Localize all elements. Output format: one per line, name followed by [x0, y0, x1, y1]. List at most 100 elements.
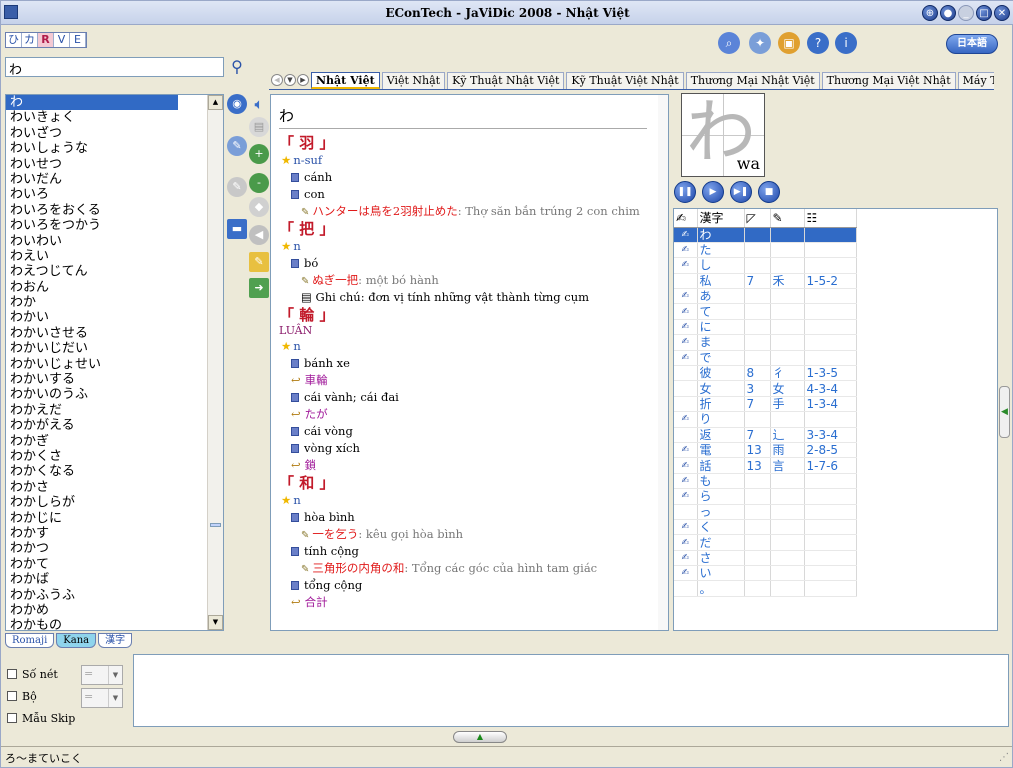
kanji-row[interactable]: ✍︎ り: [674, 411, 857, 428]
scroll-up-icon[interactable]: ▲: [208, 95, 223, 110]
kanji-row[interactable]: ✍︎ ら: [674, 488, 857, 505]
word-list-item[interactable]: わかば: [6, 572, 209, 587]
definition-panel[interactable]: わ 「 羽 」 ★ n-suf cánh con ✎ ハンターは鳥を2羽射止めた: Thợ …: [270, 94, 669, 631]
remove-globe-icon[interactable]: -: [249, 173, 269, 193]
word-list-item[interactable]: わいざつ: [6, 126, 209, 141]
word-list-item[interactable]: わかがえる: [6, 418, 209, 433]
copy-icon[interactable]: ▤: [249, 117, 269, 137]
stroke-col-icon[interactable]: ◸: [744, 209, 771, 228]
word-list-item[interactable]: わいだん: [6, 172, 209, 187]
input-mode-4[interactable]: E: [70, 33, 86, 47]
write-icon[interactable]: ✍︎: [674, 227, 698, 243]
word-list-item[interactable]: わかす: [6, 526, 209, 541]
word-list-item[interactable]: わかつ: [6, 541, 209, 556]
scroll-down-icon[interactable]: ▼: [208, 615, 223, 630]
word-list-item[interactable]: わかい: [6, 310, 209, 325]
note-area[interactable]: [133, 654, 1009, 727]
kanji-col-header[interactable]: 漢字: [697, 209, 745, 228]
word-list-item[interactable]: わいろ: [6, 187, 209, 202]
maximize-button[interactable]: □: [976, 5, 992, 21]
kanji-row[interactable]: ✍︎ わ: [674, 227, 857, 243]
skip-checkbox[interactable]: [7, 713, 17, 723]
radical-checkbox[interactable]: [7, 691, 17, 701]
kanji-row[interactable]: ✍︎ さ: [674, 550, 857, 567]
skip-col-icon[interactable]: ☷: [804, 209, 857, 228]
notes-icon[interactable]: ✎: [249, 252, 269, 272]
kanji-row[interactable]: 。: [674, 580, 857, 597]
resize-grip-icon[interactable]: ⋰: [999, 752, 1009, 763]
word-list-item[interactable]: わかふうふ: [6, 588, 209, 603]
kanji-row[interactable]: ✍︎ 電 13 雨 2-8-5: [674, 442, 857, 459]
write-icon[interactable]: [674, 427, 698, 443]
word-list-item[interactable]: わいしょうな: [6, 141, 209, 156]
tab-list-icon[interactable]: ▼: [284, 74, 296, 86]
write-icon[interactable]: ✍︎: [674, 550, 698, 567]
word-list-item[interactable]: わかもの: [6, 618, 209, 630]
write-icon[interactable]: ✍︎: [674, 257, 698, 274]
dictionary-tab[interactable]: Thương Mại Nhật Việt: [685, 72, 820, 89]
write-icon[interactable]: [674, 365, 698, 382]
list-mode-tab[interactable]: Romaji: [5, 633, 55, 648]
kanji-table[interactable]: ✍︎ 漢字 ◸ ✎ ☷ ✍︎ わ ✍︎ た ✍︎ し私 7 禾 1-5-2 ✍︎ あ ✍︎ て ✍︎ に ✍︎…: [673, 208, 998, 631]
kanji-row[interactable]: 彼 8 彳 1-3-5: [674, 365, 857, 382]
write-icon[interactable]: [674, 380, 698, 397]
word-list-item[interactable]: わかじに: [6, 511, 209, 526]
list-mode-tab[interactable]: Kana: [56, 633, 97, 648]
close-button[interactable]: ✕: [994, 5, 1010, 21]
kanji-row[interactable]: ✍︎ し: [674, 257, 857, 274]
kanji-row[interactable]: 返 7 辶 3-3-4: [674, 427, 857, 443]
kanji-row[interactable]: 私 7 禾 1-5-2: [674, 273, 857, 290]
pause-icon[interactable]: ❚❚: [674, 181, 696, 203]
write-icon[interactable]: ✍︎: [674, 473, 698, 490]
globe-icon[interactable]: ⊕: [922, 5, 938, 21]
dictionary-tab[interactable]: Việt Nhật: [381, 72, 446, 89]
word-list-item[interactable]: わかしらが: [6, 495, 209, 510]
tab-next-icon[interactable]: ▶: [297, 74, 309, 86]
tools-icon[interactable]: ✦: [749, 32, 771, 54]
kanji-row[interactable]: ✍︎ て: [674, 303, 857, 320]
word-list-item[interactable]: わ: [6, 95, 178, 111]
word-list-item[interactable]: わかぎ: [6, 434, 209, 449]
write-icon[interactable]: [674, 396, 698, 413]
search-icon[interactable]: ⚲: [227, 57, 247, 77]
write-icon[interactable]: ✍︎: [674, 565, 698, 582]
write-icon[interactable]: ✍︎: [674, 334, 698, 351]
write-icon[interactable]: [674, 504, 698, 520]
kanji-row[interactable]: ✍︎ で: [674, 350, 857, 367]
back-icon[interactable]: ◀: [249, 225, 269, 245]
play-icon[interactable]: ▶: [702, 181, 724, 203]
add-globe-icon[interactable]: +: [249, 144, 269, 164]
kanji-row[interactable]: 折 7 手 1-3-4: [674, 396, 857, 413]
dictionary-icon[interactable]: ▣: [778, 32, 800, 54]
word-list-item[interactable]: わかえだ: [6, 403, 209, 418]
input-mode-3[interactable]: V: [54, 33, 70, 47]
write-icon[interactable]: ✍︎: [674, 457, 698, 474]
kanji-row[interactable]: ✍︎ た: [674, 242, 857, 259]
word-list-item[interactable]: わかいじだい: [6, 341, 209, 356]
word-list-item[interactable]: わいきょく: [6, 110, 209, 125]
write-icon[interactable]: ✍︎: [674, 303, 698, 320]
write-icon[interactable]: [674, 580, 698, 597]
word-list-item[interactable]: わかくさ: [6, 449, 209, 464]
minimize-button[interactable]: _: [958, 5, 974, 21]
pin-icon[interactable]: ●: [940, 5, 956, 21]
radical-col-icon[interactable]: ✎: [770, 209, 805, 228]
scroll-thumb[interactable]: [210, 523, 221, 527]
write-col-icon[interactable]: ✍︎: [674, 209, 698, 228]
write-icon[interactable]: ✍︎: [674, 319, 698, 336]
dictionary-tab[interactable]: Kỹ Thuật Nhật Việt: [447, 72, 565, 89]
input-mode-1[interactable]: カ: [22, 33, 38, 47]
stroke-checkbox[interactable]: [7, 669, 17, 679]
kanji-row[interactable]: っ: [674, 504, 857, 520]
word-list-item[interactable]: わおん: [6, 280, 209, 295]
related-word[interactable]: ↩ たが: [279, 406, 659, 423]
kanji-row[interactable]: ✍︎ も: [674, 473, 857, 490]
kanji-row[interactable]: ✍︎ 話 13 言 1-7-6: [674, 457, 857, 474]
folder-icon[interactable]: ▬: [227, 219, 247, 239]
definition-scrollbar[interactable]: [658, 95, 668, 630]
word-list-item[interactable]: わかいじょせい: [6, 357, 209, 372]
search-input[interactable]: わ: [5, 57, 224, 78]
dropdown-icon[interactable]: ▼: [108, 666, 122, 684]
word-list-item[interactable]: わいろをおくる: [6, 203, 209, 218]
stroke-combo[interactable]: = ▼: [81, 665, 123, 685]
